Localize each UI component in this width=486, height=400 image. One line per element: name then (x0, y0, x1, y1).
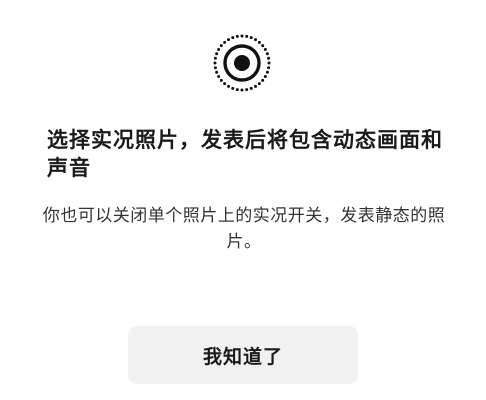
live-photo-ring-dot (263, 48, 267, 51)
live-photo-ring-dot (223, 40, 227, 44)
live-photo-ring-dot (245, 34, 249, 38)
live-photo-ring-dot (231, 36, 235, 40)
live-photo-ring-dot (265, 52, 269, 56)
live-photo-ring-dot (217, 48, 221, 51)
live-photo-ring-dot (257, 40, 261, 44)
live-photo-dialog: 选择实况照片，发表后将包含动态画面和声音 你也可以关闭单个照片上的实况开关，发表… (0, 0, 486, 400)
live-photo-ring-dot (219, 78, 223, 82)
live-photo-ring-dot (213, 61, 217, 65)
live-photo-ring-dot (267, 56, 271, 60)
live-photo-ring-dot (240, 34, 244, 38)
live-photo-ring-dot (267, 61, 271, 65)
dialog-description: 你也可以关闭单个照片上的实况开关，发表静态的照片。 (42, 206, 446, 252)
live-photo-ring-dot (257, 82, 261, 86)
live-photo-ring-dot (261, 44, 265, 48)
live-photo-ring-dot (227, 84, 230, 88)
live-photo-ring-dot (235, 34, 239, 38)
live-photo-ring-dot (249, 86, 253, 90)
live-photo-ring-dot (213, 56, 217, 60)
live-photo-ring-dot (227, 38, 230, 42)
dialog-headline: 选择实况照片，发表后将包含动态画面和声音 (47, 128, 443, 180)
live-photo-ring-dot (213, 66, 217, 70)
live-photo-ring-dot (254, 38, 257, 42)
live-photo-ring-dot (263, 75, 267, 78)
live-photo-icon (212, 33, 272, 93)
live-photo-ring-dot (223, 82, 227, 86)
live-photo-ring-dot (219, 44, 223, 48)
live-photo-ring-dot (240, 88, 244, 92)
live-photo-ring-dot (254, 84, 257, 88)
live-photo-ring-dot (245, 88, 249, 92)
live-photo-ring-dot (215, 52, 219, 56)
live-photo-ring-dot (217, 75, 221, 78)
live-photo-ring-dot (235, 88, 239, 92)
acknowledge-button[interactable]: 我知道了 (128, 326, 358, 384)
live-photo-ring-dot (265, 70, 269, 74)
live-photo-ring-dot (261, 78, 265, 82)
live-photo-ring-dot (249, 36, 253, 40)
live-photo-ring-dot (267, 66, 271, 70)
live-photo-ring-dot (215, 70, 219, 74)
live-photo-ring-dot (231, 86, 235, 90)
